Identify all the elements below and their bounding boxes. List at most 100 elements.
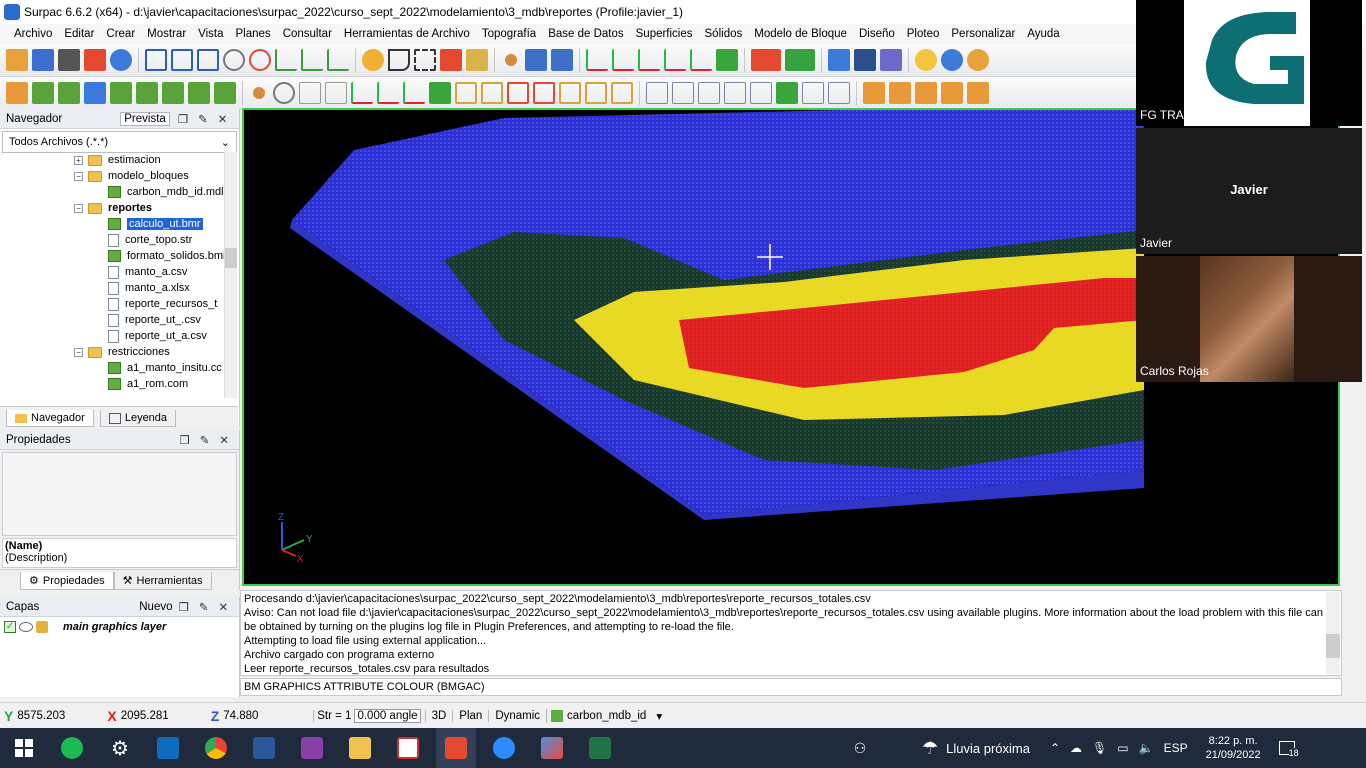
undo-icon[interactable] (110, 49, 132, 71)
menu-archivo[interactable]: Archivo (14, 28, 52, 40)
open-file-icon[interactable] (6, 49, 28, 71)
pin-icon[interactable]: ✎ (198, 112, 208, 126)
chrome-icon[interactable] (196, 728, 236, 768)
table-icon[interactable] (646, 82, 668, 104)
tree-item[interactable]: a1_manto_insitu.cc (0, 360, 237, 376)
digitise-del-icon[interactable] (403, 82, 425, 104)
menu-superficies[interactable]: Superficies (636, 28, 693, 40)
tree-item[interactable]: carbon_mdb_id.mdl (0, 184, 237, 200)
menu-ayuda[interactable]: Ayuda (1027, 28, 1059, 40)
zoom-out-icon[interactable] (197, 49, 219, 71)
pencil-icon[interactable] (880, 49, 902, 71)
reset-graphics-icon[interactable] (84, 49, 106, 71)
axis-xz-icon[interactable] (301, 49, 323, 71)
view-3d-toggle[interactable]: 3D (424, 709, 453, 722)
zoom-in-icon[interactable] (171, 49, 193, 71)
menu-mostrar[interactable]: Mostrar (147, 28, 186, 40)
microphone-icon[interactable]: 🎙 (1092, 741, 1107, 755)
play-icon[interactable] (785, 49, 815, 71)
digitise-icon[interactable] (351, 82, 373, 104)
reverse-icon[interactable] (429, 82, 451, 104)
string-number[interactable]: Str = 1 (313, 709, 354, 722)
cloud-icon[interactable]: ☁ (1070, 741, 1082, 755)
excel-icon[interactable] (580, 728, 620, 768)
scrollbar-thumb[interactable] (225, 248, 237, 268)
block-model-icon[interactable] (32, 82, 54, 104)
rotate-icon[interactable] (249, 49, 271, 71)
record-icon[interactable] (751, 49, 781, 71)
pin-icon[interactable]: ✎ (200, 433, 210, 447)
magnify-icon[interactable] (223, 49, 245, 71)
outlook-icon[interactable] (148, 728, 188, 768)
tree-item[interactable]: − restricciones (0, 344, 237, 360)
tree-item[interactable]: reporte_ut_.csv (0, 312, 237, 328)
tree-item[interactable]: formato_solidos.bmr (0, 248, 237, 264)
pin-icon[interactable]: ✎ (199, 600, 209, 614)
lock-icon[interactable] (36, 621, 48, 633)
menu-modelo-bloque[interactable]: Modelo de Bloque (754, 28, 847, 40)
people-icon[interactable]: ⚇ (840, 728, 880, 768)
float-icon[interactable]: ❐ (179, 433, 189, 447)
solid-icon[interactable] (967, 82, 989, 104)
battery-icon[interactable]: ▭ (1117, 741, 1128, 755)
line-join-icon[interactable] (690, 49, 712, 71)
polygon-icon[interactable] (325, 82, 347, 104)
block-estimate-icon[interactable] (136, 82, 158, 104)
block-attribute-icon[interactable] (84, 82, 106, 104)
expand-toggle-icon[interactable]: − (74, 347, 83, 357)
line-delete-icon[interactable] (638, 49, 660, 71)
zoom-icon[interactable] (484, 728, 524, 768)
maps-app-icon[interactable] (532, 728, 572, 768)
volume-icon[interactable]: 🔈 (1139, 741, 1154, 755)
view-plan-toggle[interactable]: Plan (452, 709, 488, 722)
segment-icon[interactable] (551, 49, 573, 71)
smooth-icon[interactable] (559, 82, 581, 104)
filter-icon[interactable] (585, 82, 607, 104)
point-edit-icon[interactable] (253, 87, 265, 99)
float-icon[interactable]: ❐ (178, 112, 188, 126)
tree-item[interactable]: reporte_recursos_t (0, 296, 237, 312)
tree-item[interactable]: reporte_ut_a.csv (0, 328, 237, 344)
file-explorer-icon[interactable] (340, 728, 380, 768)
move-icon[interactable] (440, 49, 462, 71)
layer-visible-checkbox[interactable]: ✓ (4, 621, 16, 633)
digitise-add-icon[interactable] (377, 82, 399, 104)
report-icon[interactable] (672, 82, 694, 104)
surpac-taskbar-icon[interactable] (436, 728, 476, 768)
tree-item[interactable]: + estimacion (0, 152, 237, 168)
block-model-select[interactable]: carbon_mdb_id ▾ (546, 708, 666, 723)
display-icon[interactable] (854, 49, 876, 71)
expand-toggle-icon[interactable]: + (74, 155, 83, 165)
line-add-icon[interactable] (612, 49, 634, 71)
line-split-icon[interactable] (664, 49, 686, 71)
solid-create-icon[interactable] (6, 82, 28, 104)
save-icon[interactable] (32, 49, 54, 71)
acrobat-icon[interactable] (388, 728, 428, 768)
offset-icon[interactable] (455, 82, 477, 104)
snap-icon[interactable] (828, 82, 850, 104)
language-indicator[interactable]: ESP (1164, 741, 1188, 755)
spotify-icon[interactable] (52, 728, 92, 768)
settings-icon[interactable]: ⚙ (100, 728, 140, 768)
menu-personalizar[interactable]: Personalizar (951, 28, 1015, 40)
tree-item[interactable]: manto_a.xlsx (0, 280, 237, 296)
console-scrollbar[interactable] (1326, 592, 1340, 674)
pdf-app-icon[interactable] (292, 728, 332, 768)
trim-icon[interactable] (750, 82, 772, 104)
menu-topografia[interactable]: Topografía (482, 28, 536, 40)
line-edit-icon[interactable] (586, 49, 608, 71)
tab-leyenda[interactable]: Leyenda (99, 410, 177, 427)
layer-row[interactable]: ✓ main graphics layer (0, 617, 239, 637)
menu-base-datos[interactable]: Base de Datos (548, 28, 623, 40)
select-box-icon[interactable] (414, 49, 436, 71)
menu-editar[interactable]: Editar (64, 28, 94, 40)
notification-center[interactable]: 18 (1278, 738, 1299, 758)
layers-icon[interactable] (828, 49, 850, 71)
expand-toggle-icon[interactable]: − (74, 203, 83, 213)
block-add-icon[interactable] (58, 82, 80, 104)
delete-segment-icon[interactable] (533, 82, 555, 104)
text-icon[interactable] (299, 82, 321, 104)
tab-propiedades[interactable]: ⚙ Propiedades (20, 572, 114, 590)
link-icon[interactable] (941, 82, 963, 104)
menu-planes[interactable]: Planes (236, 28, 271, 40)
